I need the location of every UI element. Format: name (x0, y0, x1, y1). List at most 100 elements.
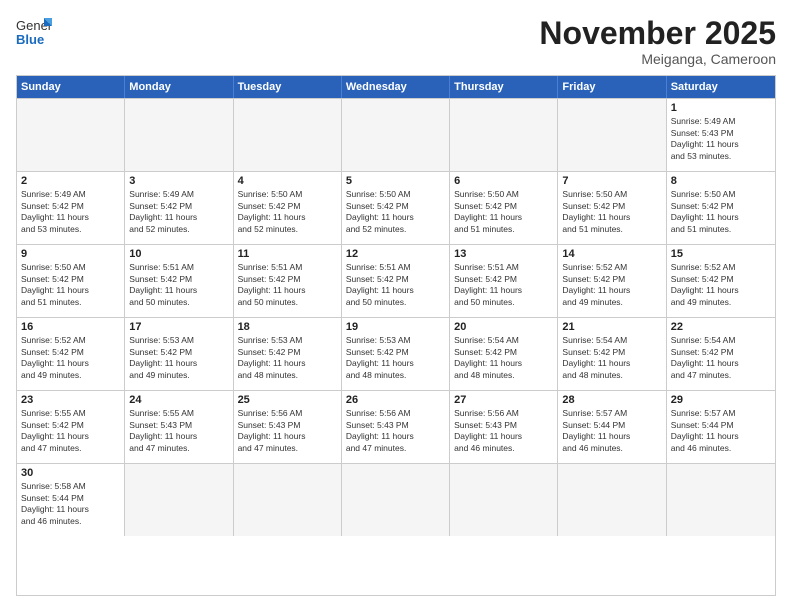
day-number: 10 (129, 248, 228, 260)
calendar-week-4: 16 Sunrise: 5:52 AM Sunset: 5:42 PM Dayli… (17, 317, 775, 390)
calendar-cell: 12 Sunrise: 5:51 AM Sunset: 5:42 PM Dayli… (342, 245, 450, 317)
calendar-week-2: 2 Sunrise: 5:49 AM Sunset: 5:42 PM Daylig… (17, 171, 775, 244)
day-number: 6 (454, 175, 553, 187)
calendar-cell: 9Sunrise: 5:50 AM Sunset: 5:42 PM Daylig… (17, 245, 125, 317)
day-info: Sunrise: 5:55 AM Sunset: 5:42 PM Dayligh… (21, 408, 120, 454)
calendar-cell: 1Sunrise: 5:49 AM Sunset: 5:43 PM Daylig… (667, 99, 775, 171)
calendar-cell: 22Sunrise: 5:54 AM Sunset: 5:42 PM Dayli… (667, 318, 775, 390)
title-block: November 2025 Meiganga, Cameroon (539, 16, 776, 67)
logo: General Blue (16, 16, 52, 46)
calendar-cell: 11 Sunrise: 5:51 AM Sunset: 5:42 PM Dayli… (234, 245, 342, 317)
day-number: 30 (21, 467, 120, 479)
day-number: 29 (671, 394, 771, 406)
calendar-cell (558, 99, 666, 171)
calendar-cell: 15 Sunrise: 5:52 AM Sunset: 5:42 PM Dayli… (667, 245, 775, 317)
general-blue-icon: General Blue (16, 16, 52, 46)
calendar-cell: 18 Sunrise: 5:53 AM Sunset: 5:42 PM Dayli… (234, 318, 342, 390)
calendar-week-5: 23Sunrise: 5:55 AM Sunset: 5:42 PM Dayli… (17, 390, 775, 463)
calendar-cell: 25Sunrise: 5:56 AM Sunset: 5:43 PM Dayli… (234, 391, 342, 463)
header-day-saturday: Saturday (667, 76, 775, 98)
day-number: 9 (21, 248, 120, 260)
header-day-thursday: Thursday (450, 76, 558, 98)
day-number: 21 (562, 321, 661, 333)
calendar-cell: 7Sunrise: 5:50 AM Sunset: 5:42 PM Daylig… (558, 172, 666, 244)
day-info: Sunrise: 5:53 AM Sunset: 5:42 PM Dayligh… (346, 335, 445, 381)
day-info: Sunrise: 5:51 AM Sunset: 5:42 PM Dayligh… (129, 262, 228, 308)
day-info: Sunrise: 5:58 AM Sunset: 5:44 PM Dayligh… (21, 481, 120, 527)
header: General Blue November 2025 Meiganga, Cam… (16, 16, 776, 67)
calendar-cell: 5 Sunrise: 5:50 AM Sunset: 5:42 PM Daylig… (342, 172, 450, 244)
day-number: 25 (238, 394, 337, 406)
day-info: Sunrise: 5:50 AM Sunset: 5:42 PM Dayligh… (454, 189, 553, 235)
calendar-cell (450, 464, 558, 536)
day-info: Sunrise: 5:52 AM Sunset: 5:42 PM Dayligh… (21, 335, 120, 381)
calendar-cell: 17Sunrise: 5:53 AM Sunset: 5:42 PM Dayli… (125, 318, 233, 390)
day-number: 2 (21, 175, 120, 187)
day-info: Sunrise: 5:54 AM Sunset: 5:42 PM Dayligh… (562, 335, 661, 381)
calendar-cell: 13 Sunrise: 5:51 AM Sunset: 5:42 PM Dayli… (450, 245, 558, 317)
calendar-cell: 6 Sunrise: 5:50 AM Sunset: 5:42 PM Daylig… (450, 172, 558, 244)
calendar-cell: 4Sunrise: 5:50 AM Sunset: 5:42 PM Daylig… (234, 172, 342, 244)
calendar: SundayMondayTuesdayWednesdayThursdayFrid… (16, 75, 776, 596)
header-day-tuesday: Tuesday (234, 76, 342, 98)
calendar-cell: 28Sunrise: 5:57 AM Sunset: 5:44 PM Dayli… (558, 391, 666, 463)
day-number: 3 (129, 175, 228, 187)
calendar-cell: 2Sunrise: 5:49 AM Sunset: 5:42 PM Daylig… (17, 172, 125, 244)
day-number: 22 (671, 321, 771, 333)
day-number: 24 (129, 394, 228, 406)
day-number: 16 (21, 321, 120, 333)
calendar-cell (17, 99, 125, 171)
day-info: Sunrise: 5:49 AM Sunset: 5:43 PM Dayligh… (671, 116, 771, 162)
day-info: Sunrise: 5:51 AM Sunset: 5:42 PM Dayligh… (346, 262, 445, 308)
calendar-cell (667, 464, 775, 536)
calendar-cell: 16 Sunrise: 5:52 AM Sunset: 5:42 PM Dayli… (17, 318, 125, 390)
header-day-friday: Friday (558, 76, 666, 98)
day-number: 14 (562, 248, 661, 260)
day-info: Sunrise: 5:50 AM Sunset: 5:42 PM Dayligh… (671, 189, 771, 235)
day-info: Sunrise: 5:52 AM Sunset: 5:42 PM Dayligh… (562, 262, 661, 308)
calendar-cell: 30 Sunrise: 5:58 AM Sunset: 5:44 PM Dayli… (17, 464, 125, 536)
calendar-cell: 27Sunrise: 5:56 AM Sunset: 5:43 PM Dayli… (450, 391, 558, 463)
calendar-cell (125, 99, 233, 171)
day-info: Sunrise: 5:50 AM Sunset: 5:42 PM Dayligh… (238, 189, 337, 235)
day-info: Sunrise: 5:49 AM Sunset: 5:42 PM Dayligh… (129, 189, 228, 235)
day-number: 15 (671, 248, 771, 260)
day-number: 12 (346, 248, 445, 260)
calendar-cell (558, 464, 666, 536)
header-day-wednesday: Wednesday (342, 76, 450, 98)
day-info: Sunrise: 5:57 AM Sunset: 5:44 PM Dayligh… (671, 408, 771, 454)
day-info: Sunrise: 5:55 AM Sunset: 5:43 PM Dayligh… (129, 408, 228, 454)
calendar-cell: 26Sunrise: 5:56 AM Sunset: 5:43 PM Dayli… (342, 391, 450, 463)
calendar-cell (234, 99, 342, 171)
calendar-cell: 23Sunrise: 5:55 AM Sunset: 5:42 PM Dayli… (17, 391, 125, 463)
day-info: Sunrise: 5:52 AM Sunset: 5:42 PM Dayligh… (671, 262, 771, 308)
header-day-sunday: Sunday (17, 76, 125, 98)
day-number: 13 (454, 248, 553, 260)
day-info: Sunrise: 5:51 AM Sunset: 5:42 PM Dayligh… (238, 262, 337, 308)
calendar-cell (450, 99, 558, 171)
page: General Blue November 2025 Meiganga, Cam… (0, 0, 792, 612)
day-number: 20 (454, 321, 553, 333)
calendar-cell: 3 Sunrise: 5:49 AM Sunset: 5:42 PM Daylig… (125, 172, 233, 244)
calendar-cell: 14 Sunrise: 5:52 AM Sunset: 5:42 PM Dayli… (558, 245, 666, 317)
day-info: Sunrise: 5:51 AM Sunset: 5:42 PM Dayligh… (454, 262, 553, 308)
calendar-cell: 29 Sunrise: 5:57 AM Sunset: 5:44 PM Dayli… (667, 391, 775, 463)
day-number: 17 (129, 321, 228, 333)
calendar-cell (234, 464, 342, 536)
day-number: 27 (454, 394, 553, 406)
day-info: Sunrise: 5:53 AM Sunset: 5:42 PM Dayligh… (238, 335, 337, 381)
calendar-body: 1Sunrise: 5:49 AM Sunset: 5:43 PM Daylig… (17, 98, 775, 536)
day-number: 8 (671, 175, 771, 187)
month-title: November 2025 (539, 16, 776, 51)
day-info: Sunrise: 5:57 AM Sunset: 5:44 PM Dayligh… (562, 408, 661, 454)
day-info: Sunrise: 5:50 AM Sunset: 5:42 PM Dayligh… (562, 189, 661, 235)
calendar-cell: 20Sunrise: 5:54 AM Sunset: 5:42 PM Dayli… (450, 318, 558, 390)
day-number: 5 (346, 175, 445, 187)
day-info: Sunrise: 5:56 AM Sunset: 5:43 PM Dayligh… (346, 408, 445, 454)
day-info: Sunrise: 5:50 AM Sunset: 5:42 PM Dayligh… (346, 189, 445, 235)
day-number: 18 (238, 321, 337, 333)
day-number: 11 (238, 248, 337, 260)
calendar-header: SundayMondayTuesdayWednesdayThursdayFrid… (17, 76, 775, 98)
calendar-cell (125, 464, 233, 536)
calendar-week-3: 9Sunrise: 5:50 AM Sunset: 5:42 PM Daylig… (17, 244, 775, 317)
